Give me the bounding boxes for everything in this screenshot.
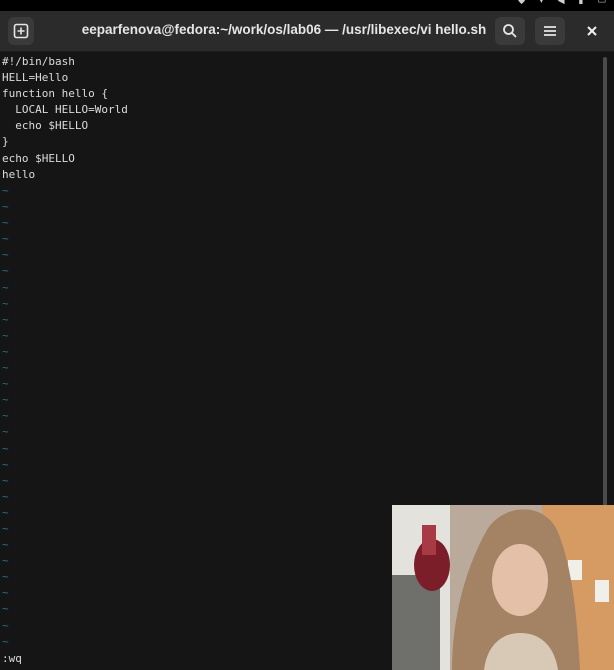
code-line: echo $HELLO bbox=[2, 151, 75, 165]
tilde-marker: ~ bbox=[2, 248, 9, 262]
tilde-marker: ~ bbox=[2, 264, 9, 278]
code-line: HELL=Hello bbox=[2, 71, 69, 85]
tilde-marker: ~ bbox=[2, 344, 9, 358]
search-icon bbox=[503, 24, 517, 38]
tilde-marker: ~ bbox=[2, 473, 9, 487]
tilde-marker: ~ bbox=[2, 602, 9, 616]
tilde-marker: ~ bbox=[2, 586, 9, 600]
tray-icon[interactable]: ◆ bbox=[518, 0, 525, 6]
tilde-marker: ~ bbox=[2, 184, 9, 197]
top-bar: ◆ ▾ ◀ ▮ ▭ bbox=[0, 0, 614, 11]
hamburger-menu-icon bbox=[544, 26, 556, 36]
tilde-marker: ~ bbox=[2, 570, 9, 584]
code-line: #!/bin/bash bbox=[2, 55, 75, 68]
tray-icon[interactable]: ▮ bbox=[579, 0, 584, 6]
webcam-overlay bbox=[392, 505, 614, 670]
tilde-marker: ~ bbox=[2, 505, 9, 519]
tilde-marker: ~ bbox=[2, 328, 9, 342]
tilde-marker: ~ bbox=[2, 409, 9, 423]
tilde-marker: ~ bbox=[2, 618, 9, 632]
webcam-image bbox=[392, 505, 614, 670]
tilde-marker: ~ bbox=[2, 280, 9, 294]
tilde-marker: ~ bbox=[2, 425, 9, 439]
tilde-marker: ~ bbox=[2, 457, 9, 471]
tilde-marker: ~ bbox=[2, 634, 9, 648]
menu-button[interactable] bbox=[535, 17, 565, 45]
tilde-marker: ~ bbox=[2, 312, 9, 326]
tilde-marker: ~ bbox=[2, 521, 9, 535]
system-tray: ◆ ▾ ◀ ▮ ▭ bbox=[518, 0, 606, 6]
empty-line-markers: ~ ~ ~ ~ ~ ~ ~ ~ ~ ~ ~ ~ ~ ~ ~ ~ ~ ~ ~ ~ … bbox=[2, 183, 9, 650]
terminal-titlebar: eeparfenova@fedora:~/work/os/lab06 — /us… bbox=[0, 11, 614, 52]
code-line: hello bbox=[2, 167, 36, 181]
tilde-marker: ~ bbox=[2, 216, 9, 230]
close-button[interactable] bbox=[578, 17, 606, 45]
tilde-marker: ~ bbox=[2, 554, 9, 568]
editor-buffer[interactable]: #!/bin/bash HELL=Hello function hello { … bbox=[2, 54, 128, 183]
tilde-marker: ~ bbox=[2, 361, 9, 375]
tilde-marker: ~ bbox=[2, 232, 9, 246]
code-line: } bbox=[2, 135, 9, 149]
tilde-marker: ~ bbox=[2, 296, 9, 310]
tilde-marker: ~ bbox=[2, 377, 9, 391]
close-icon bbox=[587, 26, 597, 36]
tilde-marker: ~ bbox=[2, 393, 9, 407]
tray-icon[interactable]: ▭ bbox=[597, 0, 606, 6]
search-button[interactable] bbox=[495, 17, 525, 45]
code-line: echo $HELLO bbox=[2, 119, 89, 133]
code-line: LOCAL HELLO=World bbox=[2, 103, 128, 117]
tray-icon[interactable]: ▾ bbox=[539, 0, 544, 6]
tilde-marker: ~ bbox=[2, 489, 9, 503]
vi-command-line: :wq bbox=[2, 652, 22, 665]
tilde-marker: ~ bbox=[2, 441, 9, 455]
code-line: function hello { bbox=[2, 87, 108, 101]
tray-icon[interactable]: ◀ bbox=[558, 0, 565, 6]
tilde-marker: ~ bbox=[2, 538, 9, 552]
tilde-marker: ~ bbox=[2, 200, 9, 214]
